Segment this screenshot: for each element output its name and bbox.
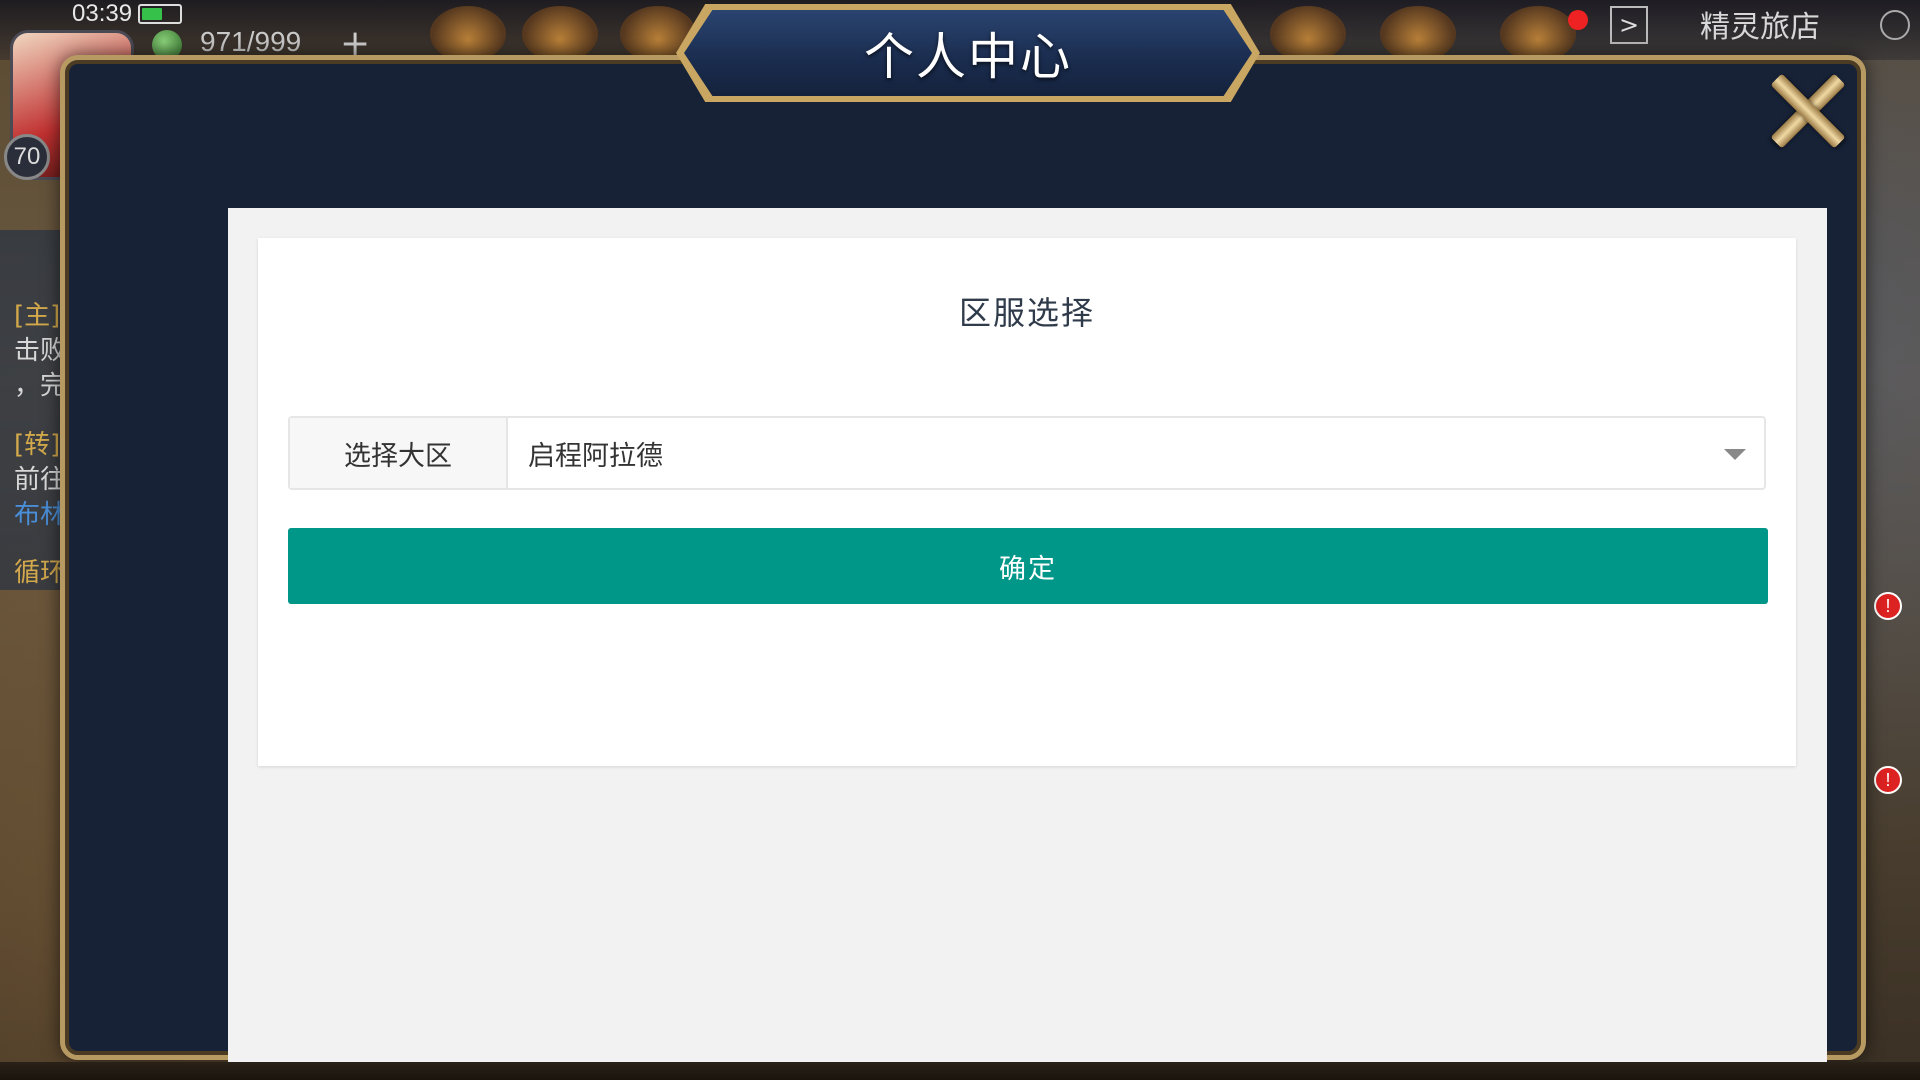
stamina-value: 971/999 — [200, 26, 302, 57]
quest-text: 击败 — [14, 336, 67, 366]
expand-arrow-icon[interactable]: > — [1610, 6, 1648, 44]
chevron-down-icon — [1724, 449, 1746, 460]
server-select-heading: 区服选择 — [958, 294, 1095, 332]
server-select-card: 区服选择 选择大区 启程阿拉德 确定 — [258, 238, 1796, 766]
region-select-label: 选择大区 — [290, 418, 508, 488]
menu-icon-6[interactable] — [1500, 6, 1576, 62]
dialog-content: 区服选择 选择大区 启程阿拉德 确定 — [228, 208, 1827, 1080]
search-icon[interactable] — [1880, 10, 1910, 40]
notification-dot — [1568, 10, 1588, 30]
bottom-hud-strip — [0, 1062, 1920, 1080]
quest-text: 布林 — [14, 500, 67, 530]
menu-icon-1[interactable] — [430, 6, 506, 62]
quest-tag: [主] — [14, 301, 61, 331]
menu-icon-4[interactable] — [1270, 6, 1346, 62]
personal-center-dialog: 区服选择 选择大区 启程阿拉德 确定 — [60, 55, 1866, 1080]
region-select-row: 选择大区 启程阿拉德 — [288, 416, 1766, 490]
region-select-dropdown[interactable]: 启程阿拉德 — [508, 418, 1764, 488]
quest-tag: 循环 — [14, 558, 67, 588]
menu-icon-2[interactable] — [522, 6, 598, 62]
quest-tag: [转] — [14, 430, 61, 460]
menu-icon-5[interactable] — [1380, 6, 1456, 62]
region-selected-value: 启程阿拉德 — [528, 440, 663, 472]
battery-icon — [138, 4, 182, 24]
alert-badge: ! — [1874, 592, 1902, 620]
quest-text: 前往 — [14, 465, 67, 495]
confirm-button[interactable]: 确定 — [288, 528, 1768, 604]
alert-badge: ! — [1874, 766, 1902, 794]
quest-text: ，完 — [14, 371, 67, 401]
status-time: 03:39 — [72, 0, 133, 27]
dialog-title: 个人中心 — [864, 28, 1072, 86]
player-level-badge: 70 — [4, 134, 50, 180]
quest-tracker-panel[interactable] — [0, 230, 66, 590]
shop-label[interactable]: 精灵旅店 — [1700, 2, 1820, 46]
battery-level — [142, 8, 162, 20]
close-icon[interactable] — [1760, 64, 1854, 158]
